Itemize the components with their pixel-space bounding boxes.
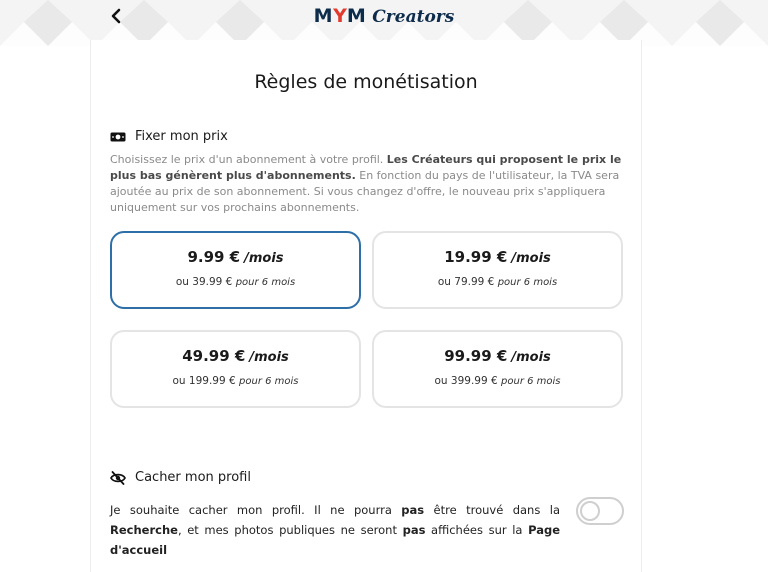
mym-creators-logo[interactable]: MYM Creators <box>0 3 768 30</box>
hide-profile-title-text: Cacher mon profil <box>135 470 251 485</box>
six-month-label: pour 6 mois <box>235 277 296 288</box>
logo-m: M <box>313 5 334 27</box>
banknote-icon <box>110 132 126 141</box>
ou-label: ou <box>172 375 186 387</box>
desc-part: Choisissez le prix d'un abonnement à vot… <box>110 153 387 166</box>
six-month-label: pour 6 mois <box>501 376 561 387</box>
ou-label: ou <box>175 276 189 288</box>
hide-text-bold: Recherche <box>110 523 178 537</box>
six-month-price: 79.99 € <box>454 276 495 288</box>
page-title: Règles de monétisation <box>254 71 478 93</box>
per-month-label: /mois <box>511 251 551 266</box>
hide-text-part: être trouvé dans la <box>424 503 560 517</box>
price-line: 9.99 €/mois <box>112 248 359 266</box>
eye-slash-icon <box>110 470 126 485</box>
price-line: 19.99 €/mois <box>374 248 621 266</box>
price-option-99-99[interactable]: 99.99 €/mois ou 399.99 € pour 6 mois <box>372 330 623 408</box>
pricing-title-text: Fixer mon prix <box>135 129 228 144</box>
price-option-49-99[interactable]: 49.99 €/mois ou 199.99 € pour 6 mois <box>110 330 361 408</box>
logo-m: M <box>346 5 367 27</box>
six-month-line: ou 199.99 € pour 6 mois <box>112 375 359 387</box>
six-month-price: 399.99 € <box>450 375 498 387</box>
per-month-label: /mois <box>244 251 284 266</box>
price-line: 49.99 €/mois <box>112 347 359 365</box>
hide-profile-toggle[interactable] <box>576 497 624 525</box>
price-option-19-99[interactable]: 19.99 €/mois ou 79.99 € pour 6 mois <box>372 231 623 309</box>
six-month-line: ou 39.99 € pour 6 mois <box>112 276 359 288</box>
ou-label: ou <box>437 276 451 288</box>
six-month-line: ou 79.99 € pour 6 mois <box>374 276 621 288</box>
hide-profile-section-title: Cacher mon profil <box>110 470 251 485</box>
per-month-label: /mois <box>249 350 289 365</box>
logo-y: Y <box>333 5 347 27</box>
six-month-price: 199.99 € <box>188 375 236 387</box>
monthly-price: 19.99 € <box>444 248 508 266</box>
six-month-label: pour 6 mois <box>239 376 299 387</box>
ou-label: ou <box>434 375 448 387</box>
six-month-line: ou 399.99 € pour 6 mois <box>374 375 621 387</box>
hide-text-part: affichées sur la <box>425 523 529 537</box>
toggle-knob <box>580 501 600 521</box>
hide-text-bold: pas <box>401 503 425 517</box>
six-month-label: pour 6 mois <box>497 277 558 288</box>
price-option-9-99[interactable]: 9.99 €/mois ou 39.99 € pour 6 mois <box>110 231 361 309</box>
monthly-price: 9.99 € <box>187 248 241 266</box>
hide-text-part: Je souhaite cacher mon profil. Il ne pou… <box>110 503 402 517</box>
hide-text-bold: pas <box>402 523 426 537</box>
pricing-description: Choisissez le prix d'un abonnement à vot… <box>110 152 622 216</box>
hide-profile-description: Je souhaite cacher mon profil. Il ne pou… <box>110 500 560 560</box>
hide-text-part: , et mes photos publiques ne seront <box>177 523 403 537</box>
six-month-price: 39.99 € <box>192 276 233 288</box>
per-month-label: /mois <box>511 350 551 365</box>
monthly-price: 49.99 € <box>182 347 246 365</box>
pricing-section-title: Fixer mon prix <box>110 129 228 144</box>
logo-creators: Creators <box>372 7 455 27</box>
price-line: 99.99 €/mois <box>374 347 621 365</box>
monthly-price: 99.99 € <box>444 347 508 365</box>
